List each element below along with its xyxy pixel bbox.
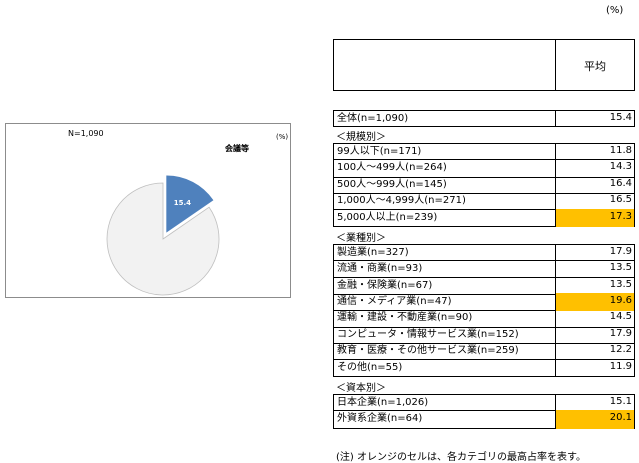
row-label: 99人以下(n=171) <box>337 146 422 157</box>
row-label: 製造業(n=327) <box>337 246 409 258</box>
value-cell: 15.1 <box>555 394 634 412</box>
chart-unit-label: (%) <box>276 133 289 141</box>
table-row: 99人以下(n=171) 11.8 <box>333 143 635 161</box>
table-row: 外資系企業(n=64) 20.1 <box>333 410 635 429</box>
table-unit-label: (%) <box>606 5 624 16</box>
row-label: 500人～999人(n=145) <box>337 178 447 190</box>
row-label: 5,000人以上(n=239) <box>337 211 438 223</box>
table-header: 平均 <box>333 39 635 91</box>
table-note: (注) オレンジのセルは、各カテゴリの最高占率を表す。 <box>336 452 586 463</box>
row-label: 通信・メディア業(n=47) <box>337 296 452 307</box>
chart-n-label: N=1,090 <box>68 129 104 138</box>
row-label: 流通・商業(n=93) <box>337 263 423 275</box>
table-row: 全体(n=1,090) 15.4 <box>333 110 635 128</box>
row-label: 外資系企業(n=64) <box>337 413 423 425</box>
section-title: ＜資本別＞ <box>336 383 386 394</box>
row-label: 1,000人～4,999人(n=271) <box>337 195 466 207</box>
row-label: 金融・保険業(n=67) <box>337 279 433 291</box>
row-label: その他(n=55) <box>337 361 403 373</box>
table-row: 日本企業(n=1,026) 15.1 <box>333 394 635 412</box>
row-label: 運輸・建設・不動産業(n=90) <box>337 312 473 324</box>
section-title: ＜業種別＞ <box>336 232 386 244</box>
value-cell: 11.9 <box>555 358 634 377</box>
value-cell: 17.9 <box>555 243 634 262</box>
table-row: その他(n=55) 11.9 <box>333 358 635 377</box>
header-average: 平均 <box>584 60 606 73</box>
highlight-value-cell: 17.3 <box>555 208 634 227</box>
row-label: 日本企業(n=1,026) <box>337 397 429 408</box>
value-cell: 11.8 <box>555 143 634 161</box>
row-label: 教育・医療・その他サービス業(n=259) <box>337 345 519 357</box>
pie-chart-panel: 15.4 会議等 N=1,090 (%) <box>5 123 291 298</box>
table-row: 製造業(n=327) 17.9 <box>333 243 635 262</box>
table-row: 5,000人以上(n=239) 17.3 <box>333 208 635 227</box>
pie-value-label: 15.4 <box>174 199 191 207</box>
pie-chart: 15.4 会議等 <box>106 143 249 296</box>
row-label: コンピュータ・情報サービス業(n=152) <box>337 328 519 340</box>
row-label: 全体(n=1,090) <box>337 113 409 124</box>
pie-category-label: 会議等 <box>225 143 249 153</box>
section-title: ＜規模別＞ <box>336 132 386 143</box>
row-label: 100人～499人(n=264) <box>337 162 447 174</box>
highlight-value-cell: 20.1 <box>555 410 634 429</box>
value-cell: 15.4 <box>555 110 634 128</box>
